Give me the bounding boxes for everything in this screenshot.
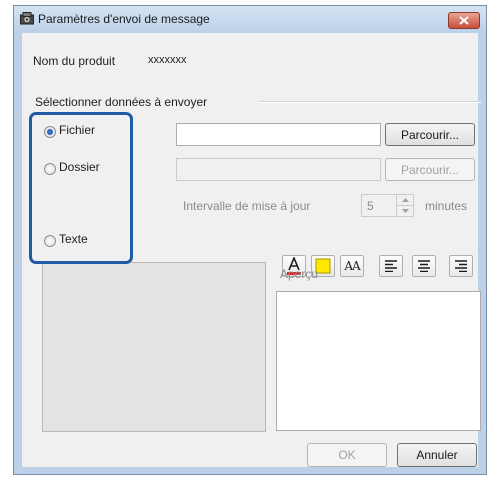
app-icon xyxy=(20,12,34,25)
align-center-button[interactable] xyxy=(412,255,436,277)
radio-options-highlight xyxy=(29,112,133,264)
ok-button[interactable]: OK xyxy=(307,443,387,467)
align-right-icon xyxy=(455,260,467,272)
title-bar: Paramètres d'envoi de message xyxy=(14,6,486,32)
close-icon xyxy=(459,16,469,25)
text-entry-box[interactable] xyxy=(42,262,266,432)
align-left-button[interactable] xyxy=(379,255,403,277)
align-left-icon xyxy=(385,260,397,272)
browse-file-button[interactable]: Parcourir... xyxy=(385,123,475,146)
update-interval-unit: minutes xyxy=(425,199,468,213)
close-button[interactable] xyxy=(448,12,480,29)
align-center-icon xyxy=(418,260,430,272)
preview-label: Aperçu xyxy=(280,267,319,281)
browse-folder-button[interactable]: Parcourir... xyxy=(385,158,475,181)
window-title: Paramètres d'envoi de message xyxy=(38,12,210,26)
align-right-button[interactable] xyxy=(449,255,473,277)
cancel-button[interactable]: Annuler xyxy=(397,443,477,467)
data-group-label: Sélectionner données à envoyer xyxy=(35,95,208,109)
group-separator xyxy=(259,101,481,103)
update-interval-label: Intervalle de mise à jour xyxy=(183,199,311,213)
file-path-input[interactable] xyxy=(176,123,381,146)
update-interval-value[interactable]: 5 xyxy=(367,199,374,213)
preview-box xyxy=(276,291,481,431)
spinner-buttons xyxy=(396,195,414,216)
product-name-label: Nom du produit xyxy=(33,54,116,68)
update-interval-spinner[interactable]: 5 xyxy=(361,194,414,217)
font-size-button[interactable]: AA xyxy=(340,255,364,277)
spin-down-icon[interactable] xyxy=(397,206,414,216)
spin-up-icon[interactable] xyxy=(397,195,414,205)
font-size-icon: AA xyxy=(344,259,360,273)
folder-path-input[interactable] xyxy=(176,158,381,181)
product-name-value: xxxxxxx xyxy=(148,54,187,66)
